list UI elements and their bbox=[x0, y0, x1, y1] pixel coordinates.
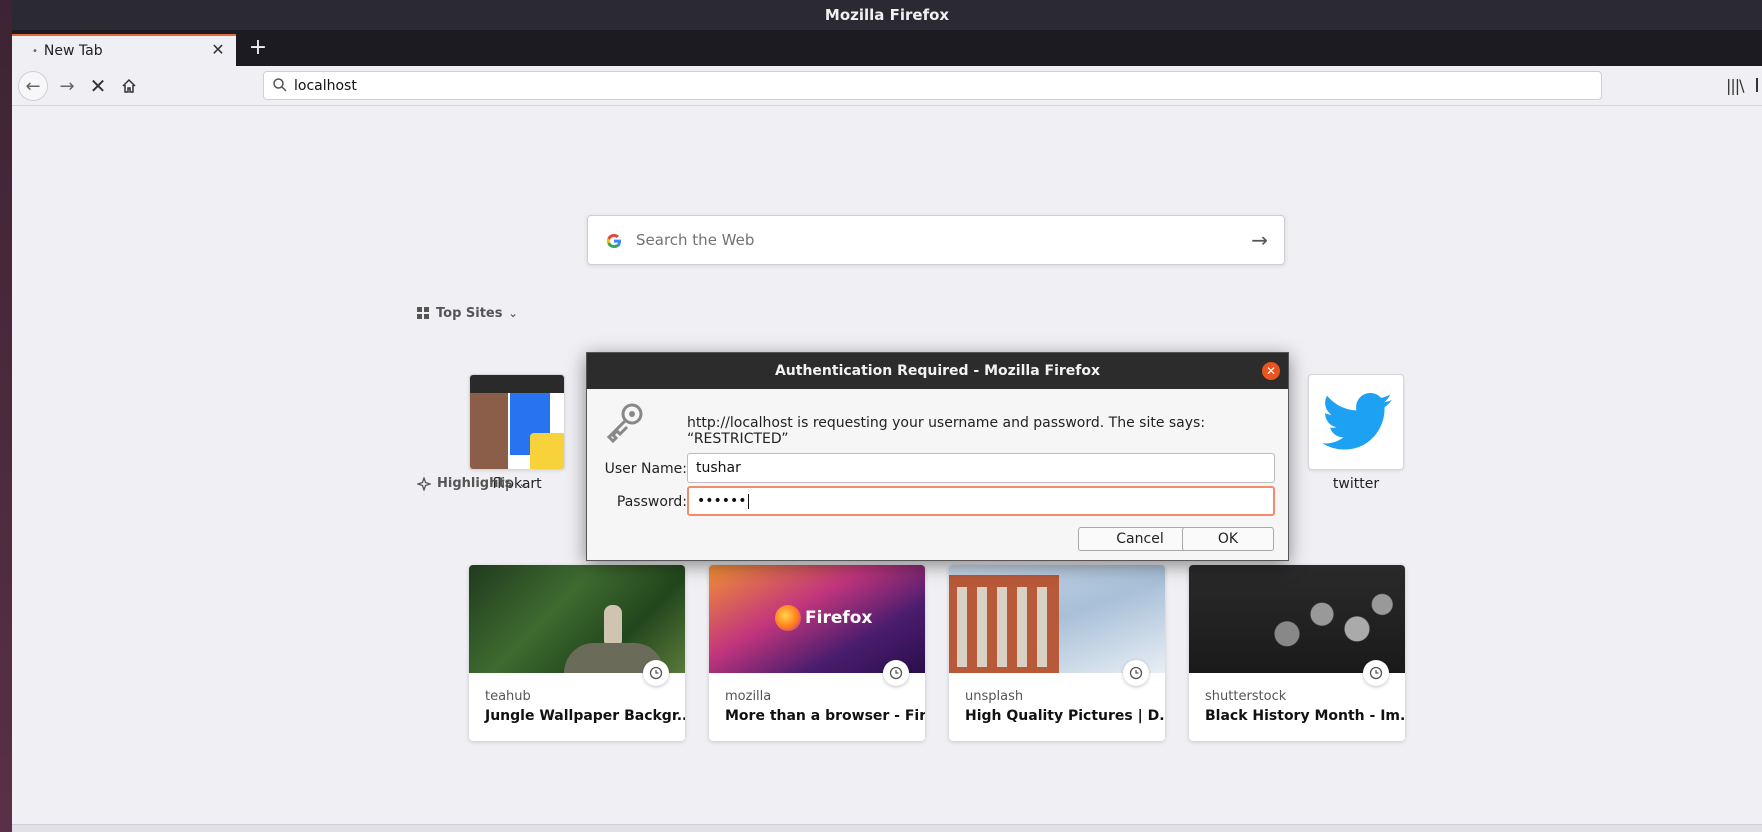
highlight-card[interactable]: teahub Jungle Wallpaper Backgr... bbox=[469, 565, 685, 741]
clock-icon bbox=[1363, 660, 1389, 686]
topsite-thumbnail bbox=[469, 374, 565, 470]
stop-icon: ✕ bbox=[89, 74, 107, 98]
flipkart-logo-icon bbox=[530, 433, 564, 469]
thumb-header bbox=[470, 375, 564, 393]
auth-dialog: Authentication Required - Mozilla Firefo… bbox=[586, 352, 1289, 561]
twitter-bird-icon bbox=[1322, 393, 1392, 450]
portrait-collage bbox=[1259, 575, 1399, 673]
clock-icon bbox=[643, 660, 669, 686]
new-tab-button[interactable]: + bbox=[244, 36, 272, 62]
search-icon bbox=[273, 78, 287, 92]
firefox-logo-icon bbox=[775, 605, 801, 631]
highlight-source: teahub bbox=[485, 689, 531, 704]
highlight-source: shutterstock bbox=[1205, 689, 1287, 704]
back-button[interactable]: ← bbox=[18, 71, 48, 101]
forward-button[interactable]: → bbox=[52, 71, 82, 101]
chevron-down-icon: ⌄ bbox=[508, 307, 518, 320]
close-icon[interactable]: ✕ bbox=[1262, 362, 1280, 380]
highlight-title: High Quality Pictures | D... bbox=[965, 708, 1165, 724]
password-label: Password: bbox=[616, 494, 687, 510]
username-value: tushar bbox=[696, 460, 741, 476]
password-value: •••••• bbox=[697, 493, 747, 509]
highlight-title: Black History Month - Im... bbox=[1205, 708, 1405, 724]
tab-new-tab[interactable]: • New Tab ✕ bbox=[12, 34, 236, 66]
url-text: localhost bbox=[294, 77, 357, 94]
arrow-right-icon[interactable]: → bbox=[1251, 228, 1268, 252]
topsite-thumbnail bbox=[1308, 374, 1404, 470]
highlight-card[interactable]: shutterstock Black History Month - Im... bbox=[1189, 565, 1405, 741]
key-icon bbox=[606, 403, 643, 444]
ok-button[interactable]: OK bbox=[1182, 527, 1274, 551]
grid-icon bbox=[417, 307, 429, 319]
home-button[interactable] bbox=[114, 71, 144, 101]
highlight-title: More than a browser - Fir... bbox=[725, 708, 925, 724]
firefox-wordmark: Firefox bbox=[805, 608, 873, 628]
google-icon bbox=[606, 234, 621, 248]
building-windows bbox=[957, 587, 1051, 667]
forward-icon: → bbox=[59, 75, 75, 97]
desktop-edge bbox=[0, 0, 12, 832]
menu-edge bbox=[1756, 78, 1760, 92]
highlight-image bbox=[469, 565, 685, 673]
text-caret bbox=[747, 493, 749, 509]
chevron-down-icon: ⌄ bbox=[518, 477, 528, 490]
tab-label: New Tab bbox=[43, 43, 103, 59]
tab-close-icon[interactable]: ✕ bbox=[208, 40, 228, 59]
topsite-flipkart[interactable]: flipkart bbox=[469, 374, 565, 492]
window-title: Mozilla Firefox bbox=[824, 6, 950, 24]
ok-button-label: OK bbox=[1217, 531, 1239, 547]
home-icon bbox=[122, 78, 136, 93]
nav-toolbar: ← → ✕ localhost |||\ bbox=[12, 66, 1762, 106]
highlight-source: mozilla bbox=[725, 689, 772, 704]
stop-button[interactable]: ✕ bbox=[83, 71, 113, 101]
url-bar[interactable]: localhost bbox=[263, 71, 1602, 100]
cancel-button-label: Cancel bbox=[1116, 531, 1164, 547]
top-sites-header[interactable]: Top Sites ⌄ bbox=[417, 306, 518, 321]
dialog-message: http://localhost is requesting your user… bbox=[687, 415, 1206, 447]
topsite-twitter[interactable]: twitter bbox=[1308, 374, 1404, 492]
highlight-card[interactable]: unsplash High Quality Pictures | D... bbox=[949, 565, 1165, 741]
tiger-figure bbox=[604, 605, 622, 645]
dialog-titlebar: Authentication Required - Mozilla Firefo… bbox=[587, 353, 1288, 389]
web-search-box[interactable]: Search the Web → bbox=[587, 215, 1285, 265]
password-field[interactable]: •••••• bbox=[687, 486, 1275, 516]
username-field[interactable]: tushar bbox=[687, 453, 1275, 483]
top-sites-title: Top Sites bbox=[436, 306, 503, 321]
clock-icon bbox=[1123, 660, 1149, 686]
dialog-title: Authentication Required - Mozilla Firefo… bbox=[774, 363, 1101, 379]
topsite-label: twitter bbox=[1332, 476, 1380, 492]
highlight-image bbox=[1189, 565, 1405, 673]
clock-icon bbox=[883, 660, 909, 686]
highlight-title: Jungle Wallpaper Backgr... bbox=[485, 708, 685, 724]
library-icon[interactable]: |||\ bbox=[1726, 76, 1745, 95]
highlight-source: unsplash bbox=[965, 689, 1024, 704]
highlights-header[interactable]: Highlights ⌄ bbox=[417, 476, 528, 491]
highlight-image bbox=[949, 565, 1165, 673]
window-titlebar: Mozilla Firefox bbox=[12, 0, 1762, 30]
highlights-icon bbox=[417, 476, 431, 491]
window-bottom-edge bbox=[12, 824, 1762, 832]
highlights-title: Highlights bbox=[437, 476, 513, 491]
username-label: User Name: bbox=[604, 461, 687, 477]
highlight-card[interactable]: Firefox mozilla More than a browser - Fi… bbox=[709, 565, 925, 741]
thumb-photo bbox=[470, 393, 508, 469]
back-icon: ← bbox=[25, 75, 41, 97]
tab-loading-icon: • bbox=[32, 45, 38, 57]
highlight-image: Firefox bbox=[709, 565, 925, 673]
tab-bar: • New Tab ✕ + bbox=[12, 30, 1762, 66]
web-search-placeholder: Search the Web bbox=[636, 231, 755, 249]
